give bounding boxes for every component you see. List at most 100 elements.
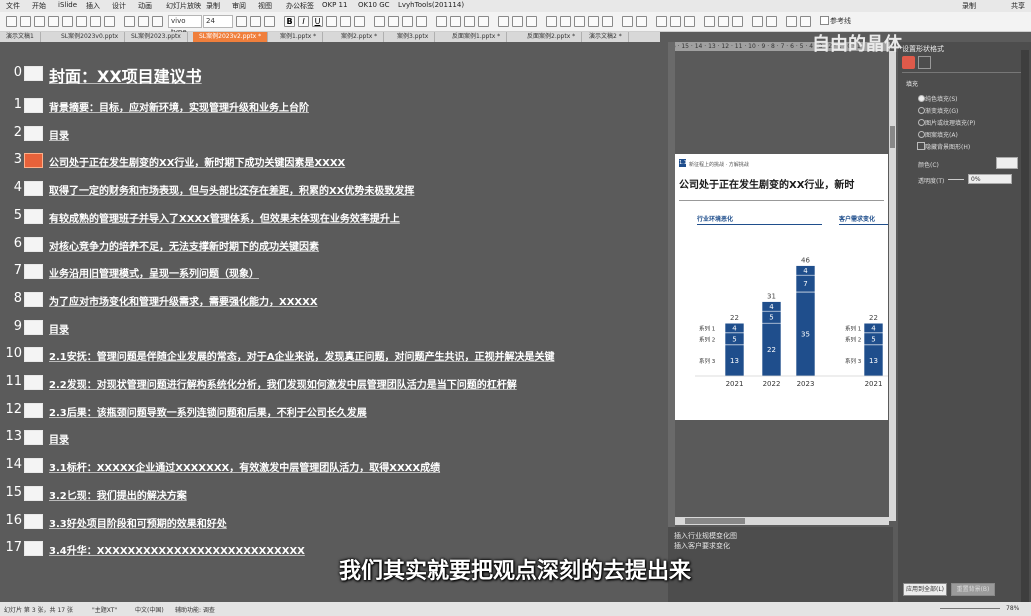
format-painter-icon[interactable]	[48, 16, 59, 27]
slide-icon[interactable]	[24, 264, 43, 280]
preview-horizontal-scrollbar[interactable]	[675, 517, 889, 525]
h-scroll-thumb[interactable]	[685, 518, 745, 524]
shape-line-icon[interactable]	[574, 16, 585, 27]
line-spacing-icon[interactable]	[416, 16, 427, 27]
scroll-thumb[interactable]	[890, 126, 895, 148]
outline-row[interactable]: 15 3.2匕现：我们提出的解决方案	[0, 485, 668, 505]
slide-icon[interactable]	[24, 236, 43, 252]
shape-outline-icon[interactable]	[670, 16, 681, 27]
slide-icon[interactable]	[24, 153, 43, 169]
menu-item[interactable]: 设计	[112, 1, 126, 11]
reference-checkbox[interactable]	[820, 16, 829, 25]
slide-title-text[interactable]: 目录	[49, 431, 69, 446]
view-outline-icon[interactable]	[138, 16, 149, 27]
document-tab[interactable]: SL案例2023v2.pptx *	[193, 32, 269, 42]
transparency-input[interactable]: 0%	[968, 174, 1012, 184]
zoom-level[interactable]: 78%	[1006, 605, 1019, 612]
share-button[interactable]: 共享	[1011, 1, 1025, 11]
outline-row[interactable]: 12 2.3后果：该瓶颈问题导致一系列连锁问题和后果，不利于公司长久发展	[0, 402, 668, 422]
slide-title-text[interactable]: 取得了一定的财务和市场表现，但与头部比还存在差距，积累的XX优势未极致发挥	[49, 182, 414, 197]
clear-format-icon[interactable]	[264, 16, 275, 27]
undo-icon[interactable]	[6, 16, 17, 27]
reset-icon[interactable]	[104, 16, 115, 27]
slide-title-text[interactable]: 有较成熟的管理班子并导入了XXXX管理体系，但效果未体现在业务效率提升上	[49, 210, 400, 225]
slide-title-text[interactable]: 3.1标杆：XXXXX企业通过XXXXXXX，有效激发中层管理团队活力，取得XX…	[49, 459, 440, 474]
arrange-icon[interactable]	[622, 16, 633, 27]
menu-item[interactable]: 录制	[206, 1, 220, 11]
menu-item[interactable]: 视图	[258, 1, 272, 11]
slide-icon[interactable]	[24, 125, 43, 141]
slide-title-text[interactable]: 背景摘要：目标，应对新环境，实现管理升级和业务上台阶	[49, 99, 309, 114]
view-normal-icon[interactable]	[124, 16, 135, 27]
slide-icon[interactable]	[24, 98, 43, 113]
slide-title-text[interactable]: 3.3好处项目阶段和可预期的效果和好处	[49, 515, 227, 530]
outline-row[interactable]: 16 3.3好处项目阶段和可预期的效果和好处	[0, 513, 668, 533]
document-tab[interactable]: 演示文稿2 *	[583, 32, 629, 42]
menu-item[interactable]: iSlide	[58, 1, 77, 9]
outline-row[interactable]: 5 有较成熟的管理班子并导入了XXXX管理体系，但效果未体现在业务效率提升上	[0, 208, 668, 228]
slide-thumbnail[interactable]: 1.1 新征程上的挑战 · 方解挑战 公司处于正在发生剧变的XX行业，新时 行业…	[675, 154, 888, 420]
outline-row[interactable]: 6 对核心竞争力的培养不足，无法支撑新时期下的成功关键因素	[0, 236, 668, 256]
shadow-icon[interactable]	[326, 16, 337, 27]
slide-icon[interactable]	[24, 319, 43, 335]
indent-icon[interactable]	[402, 16, 413, 27]
guides-icon[interactable]	[800, 16, 811, 27]
document-tab[interactable]: 案例1.pptx *	[274, 32, 324, 42]
fill-bucket-icon[interactable]	[902, 56, 915, 69]
slide-icon[interactable]	[24, 430, 43, 446]
increase-font-icon[interactable]	[236, 16, 247, 27]
bullets-icon[interactable]	[374, 16, 385, 27]
hide-background-checkbox[interactable]	[917, 142, 925, 150]
slide-title-text[interactable]: 2.2发现：对现状管理问题进行解构系统化分析，我们发现如何激发中层管理团队活力是…	[49, 376, 517, 391]
replace-icon[interactable]	[718, 16, 729, 27]
numbering-icon[interactable]	[388, 16, 399, 27]
menu-item[interactable]: OK10 GC	[358, 1, 390, 9]
slide-title-text[interactable]: 2.1安抚：管理问题是伴随企业发展的常态，对于A企业来说，发现真正问题，对问题产…	[49, 348, 554, 363]
document-tab[interactable]: 案例3.pptx	[391, 32, 436, 42]
menu-item[interactable]: 文件	[6, 1, 20, 11]
slide-title-text[interactable]: 目录	[49, 321, 69, 336]
fill-gradient-radio[interactable]	[918, 107, 925, 114]
shape-oval-icon[interactable]	[560, 16, 571, 27]
outline-row[interactable]: 4 取得了一定的财务和市场表现，但与头部比还存在差距，积累的XX优势未极致发挥	[0, 180, 668, 200]
menu-item[interactable]: OKP 11	[322, 1, 347, 9]
outline-row[interactable]: 0 封面：XX项目建议书	[0, 63, 668, 86]
char-spacing-icon[interactable]	[354, 16, 365, 27]
justify-icon[interactable]	[478, 16, 489, 27]
select-icon[interactable]	[732, 16, 743, 27]
slide-icon[interactable]	[24, 513, 43, 529]
menu-item[interactable]: 开始	[32, 1, 46, 11]
slide-icon[interactable]	[24, 66, 43, 81]
layout-icon[interactable]	[76, 16, 87, 27]
slide-title-text[interactable]: 对核心竞争力的培养不足，无法支撑新时期下的成功关键因素	[49, 238, 319, 253]
record-button[interactable]: 录制	[962, 1, 976, 11]
pane-scrollbar[interactable]	[1021, 50, 1029, 602]
dictate-icon[interactable]	[752, 16, 763, 27]
menu-item[interactable]: LvyhTools(201114)	[398, 1, 464, 9]
menu-item[interactable]: 审阅	[232, 1, 246, 11]
outline-pane[interactable]: 0 封面：XX项目建议书 1 背景摘要：目标，应对新环境，实现管理升级和业务上台阶 2 目…	[0, 42, 668, 602]
shape-fill-icon[interactable]	[656, 16, 667, 27]
slide-icon[interactable]	[24, 291, 43, 307]
shape-rectangle-icon[interactable]	[546, 16, 557, 27]
fill-section-header[interactable]: 填充	[906, 79, 918, 88]
text-direction-icon[interactable]	[498, 16, 509, 27]
effects-pentagon-icon[interactable]	[918, 56, 931, 69]
outline-row[interactable]: 7 业务沿用旧管理模式，呈现一系列问题（现象）	[0, 263, 668, 283]
new-slide-icon[interactable]	[62, 16, 73, 27]
slide-title-text[interactable]: 3.2匕现：我们提出的解决方案	[49, 487, 187, 502]
shape-effects-icon[interactable]	[684, 16, 695, 27]
quick-styles-icon[interactable]	[636, 16, 647, 27]
save-icon[interactable]	[34, 16, 45, 27]
align-text-icon[interactable]	[512, 16, 523, 27]
slide-icon[interactable]	[24, 402, 43, 418]
outline-row[interactable]: 13 目录	[0, 429, 668, 449]
align-center-icon[interactable]	[450, 16, 461, 27]
redo-icon[interactable]	[20, 16, 31, 27]
slide-title-text[interactable]: 为了应对市场变化和管理升级需求，需要强化能力，XXXXX	[49, 293, 318, 308]
document-tab[interactable]: 反面案例2.pptx *	[521, 32, 583, 42]
document-tab[interactable]: SL案例2023v0.pptx	[55, 32, 126, 42]
menu-item[interactable]: 办公标签	[286, 1, 314, 11]
outline-row[interactable]: 14 3.1标杆：XXXXX企业通过XXXXXXX，有效激发中层管理团队活力，取得…	[0, 457, 668, 477]
view-sorter-icon[interactable]	[152, 16, 163, 27]
